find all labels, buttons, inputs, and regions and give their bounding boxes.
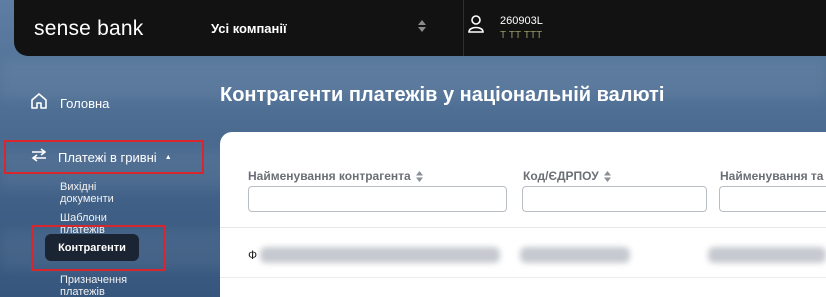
redacted-text xyxy=(520,247,630,263)
sidebar-item-label: Платежі в гривні xyxy=(58,149,157,165)
column-header-name[interactable]: Найменування контрагента xyxy=(248,169,423,183)
filter-bank-input[interactable] xyxy=(719,186,826,212)
logo[interactable]: sense bank xyxy=(34,17,143,41)
column-header-bank-name[interactable]: Найменування та xyxy=(720,169,823,183)
sidebar-subitem-counterparties[interactable]: Контрагенти xyxy=(45,234,139,261)
filter-name-input[interactable] xyxy=(248,186,507,212)
home-icon xyxy=(30,92,48,115)
sidebar-item-home[interactable]: Головна xyxy=(30,92,190,114)
sidebar-subitem-outgoing-documents[interactable]: Вихідні документи xyxy=(60,181,114,205)
column-header-code[interactable]: Код/ЄДРПОУ xyxy=(523,169,611,183)
company-select-value: Усі компанії xyxy=(211,21,287,36)
sidebar-item-uah-payments[interactable]: Платежі в гривні ▲ xyxy=(4,140,204,174)
filter-code-input[interactable] xyxy=(522,186,707,212)
sort-icon[interactable] xyxy=(603,170,611,182)
top-bar: sense bank Усі компанії 260903L Т ТТ ТТТ xyxy=(14,0,826,56)
sidebar-item-label: Головна xyxy=(60,95,110,111)
chevron-updown-icon[interactable] xyxy=(418,20,426,32)
divider xyxy=(220,277,826,278)
caret-up-icon: ▲ xyxy=(164,153,172,161)
divider xyxy=(220,227,826,228)
sidebar-subitem-payment-purposes[interactable]: Призначення платежів xyxy=(60,274,127,297)
table-row-cell-name[interactable]: Ф xyxy=(248,248,257,262)
column-header-label: Найменування контрагента xyxy=(248,169,411,183)
user-icon[interactable] xyxy=(468,15,484,38)
user-id[interactable]: 260903L xyxy=(500,15,543,27)
counterparties-table: Найменування контрагента Код/ЄДРПОУ Найм… xyxy=(220,132,826,297)
sort-icon[interactable] xyxy=(415,170,423,182)
column-header-label: Найменування та xyxy=(720,169,824,183)
redacted-text xyxy=(260,247,500,263)
user-name: Т ТТ ТТТ xyxy=(500,30,543,41)
transfer-icon xyxy=(30,147,48,167)
column-header-label: Код/ЄДРПОУ xyxy=(523,169,599,183)
redacted-text xyxy=(708,247,826,263)
page-title: Контрагенти платежів у національній валю… xyxy=(220,84,665,106)
